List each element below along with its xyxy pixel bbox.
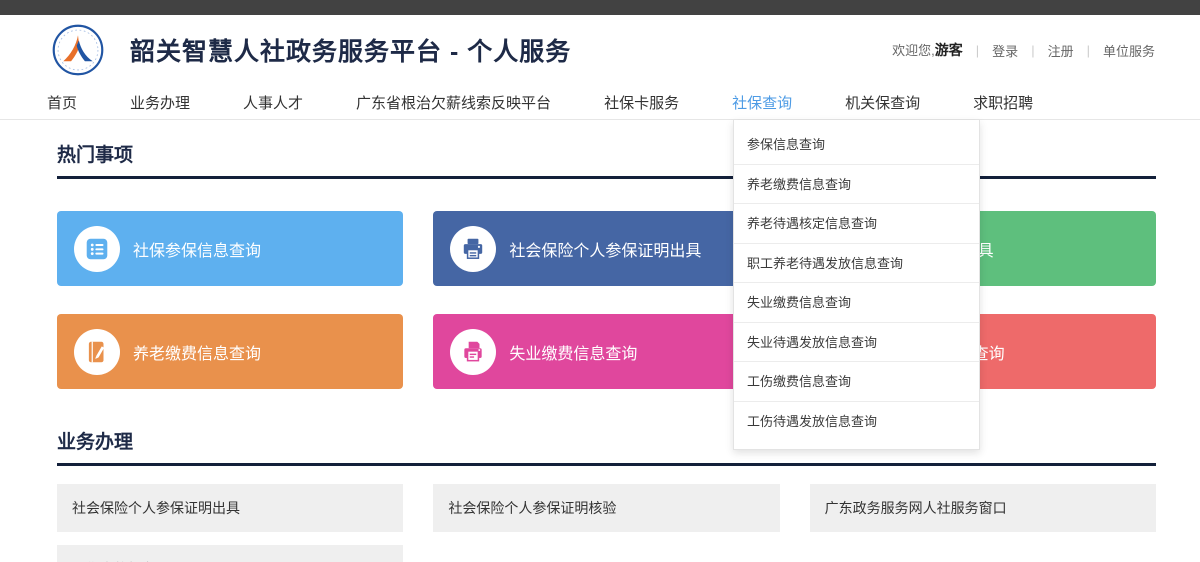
- book-pen-icon: [74, 329, 120, 375]
- page-title: 韶关智慧人社政务服务平台 - 个人服务: [130, 32, 571, 68]
- register-link[interactable]: 注册: [1048, 41, 1074, 60]
- fax-icon: [450, 329, 496, 375]
- hot-section-header: 热门事项: [57, 140, 1156, 179]
- top-bar: [0, 0, 1200, 15]
- nav-item-job-recruit[interactable]: 求职招聘: [973, 92, 1033, 113]
- hot-card-unemployment-payment-query[interactable]: 失业缴费信息查询: [433, 314, 779, 389]
- nav-item-social-card[interactable]: 社保卡服务: [604, 92, 679, 113]
- list-icon: [74, 226, 120, 272]
- hot-card-label-fragment: 具: [978, 237, 994, 261]
- biz-card-injury-report[interactable]: 工伤事故报备: [57, 545, 403, 562]
- hot-card-label: 失业缴费信息查询: [509, 340, 637, 364]
- site-header: 韶关智慧人社政务服务平台 - 个人服务 欢迎您,游客 | 登录 | 注册 | 单…: [0, 15, 1200, 85]
- login-link[interactable]: 登录: [992, 41, 1018, 60]
- username: 游客: [935, 42, 963, 58]
- hot-card-social-insurance-query[interactable]: 社保参保信息查询: [57, 211, 403, 286]
- nav-item-hr-talent[interactable]: 人事人才: [243, 92, 303, 113]
- dropdown-item-worker-pension-grant[interactable]: 职工养老待遇发放信息查询: [734, 244, 979, 284]
- nav-item-gov-insurance-query[interactable]: 机关保查询: [845, 92, 920, 113]
- hot-card-grid: 社保参保信息查询 社会保险个人参保证明出具 具: [57, 211, 1156, 389]
- business-section-header: 业务办理: [57, 427, 1156, 466]
- dropdown-item-injury-grant[interactable]: 工伤待遇发放信息查询: [734, 402, 979, 442]
- social-query-dropdown: 参保信息查询 养老缴费信息查询 养老待遇核定信息查询 职工养老待遇发放信息查询 …: [733, 120, 980, 450]
- divider: |: [976, 43, 979, 58]
- biz-card-proof-issue[interactable]: 社会保险个人参保证明出具: [57, 484, 403, 532]
- nav-item-social-query[interactable]: 社保查询: [732, 92, 792, 113]
- business-section-title: 业务办理: [57, 432, 133, 453]
- business-card-grid: 社会保险个人参保证明出具 社会保险个人参保证明核验 广东政务服务网人社服务窗口 …: [57, 484, 1156, 562]
- dropdown-item-injury-payment[interactable]: 工伤缴费信息查询: [734, 362, 979, 402]
- hot-card-label: 社会保险个人参保证明出具: [509, 237, 701, 261]
- dropdown-item-pension-approval[interactable]: 养老待遇核定信息查询: [734, 204, 979, 244]
- main-nav: 首页 业务办理 人事人才 广东省根治欠薪线索反映平台 社保卡服务 社保查询 机关…: [0, 85, 1200, 120]
- biz-card-gd-service-window[interactable]: 广东政务服务网人社服务窗口: [810, 484, 1156, 532]
- hot-card-insurance-proof-issue[interactable]: 社会保险个人参保证明出具: [433, 211, 779, 286]
- nav-item-home[interactable]: 首页: [47, 92, 77, 113]
- biz-card-proof-verify[interactable]: 社会保险个人参保证明核验: [433, 484, 779, 532]
- nav-item-wage-platform[interactable]: 广东省根治欠薪线索反映平台: [356, 92, 551, 113]
- printer-icon: [450, 226, 496, 272]
- hot-section-title: 热门事项: [57, 145, 133, 166]
- main-content: 热门事项 社保参保信息查询: [57, 140, 1156, 562]
- dropdown-item-unemployment-payment[interactable]: 失业缴费信息查询: [734, 283, 979, 323]
- hot-card-label: 社保参保信息查询: [133, 237, 261, 261]
- nav-item-business[interactable]: 业务办理: [130, 92, 190, 113]
- site-logo-icon: [52, 24, 104, 76]
- dropdown-item-canbao-info[interactable]: 参保信息查询: [734, 125, 979, 165]
- divider: |: [1087, 43, 1090, 58]
- header-user-area: 欢迎您,游客 | 登录 | 注册 | 单位服务: [892, 40, 1155, 60]
- unit-service-link[interactable]: 单位服务: [1103, 41, 1155, 60]
- divider: |: [1031, 43, 1034, 58]
- hot-card-pension-payment-query[interactable]: 养老缴费信息查询: [57, 314, 403, 389]
- welcome-text: 欢迎您,游客: [892, 40, 963, 60]
- dropdown-item-pension-payment[interactable]: 养老缴费信息查询: [734, 165, 979, 205]
- hot-card-label: 养老缴费信息查询: [133, 340, 261, 364]
- dropdown-item-unemployment-grant[interactable]: 失业待遇发放信息查询: [734, 323, 979, 363]
